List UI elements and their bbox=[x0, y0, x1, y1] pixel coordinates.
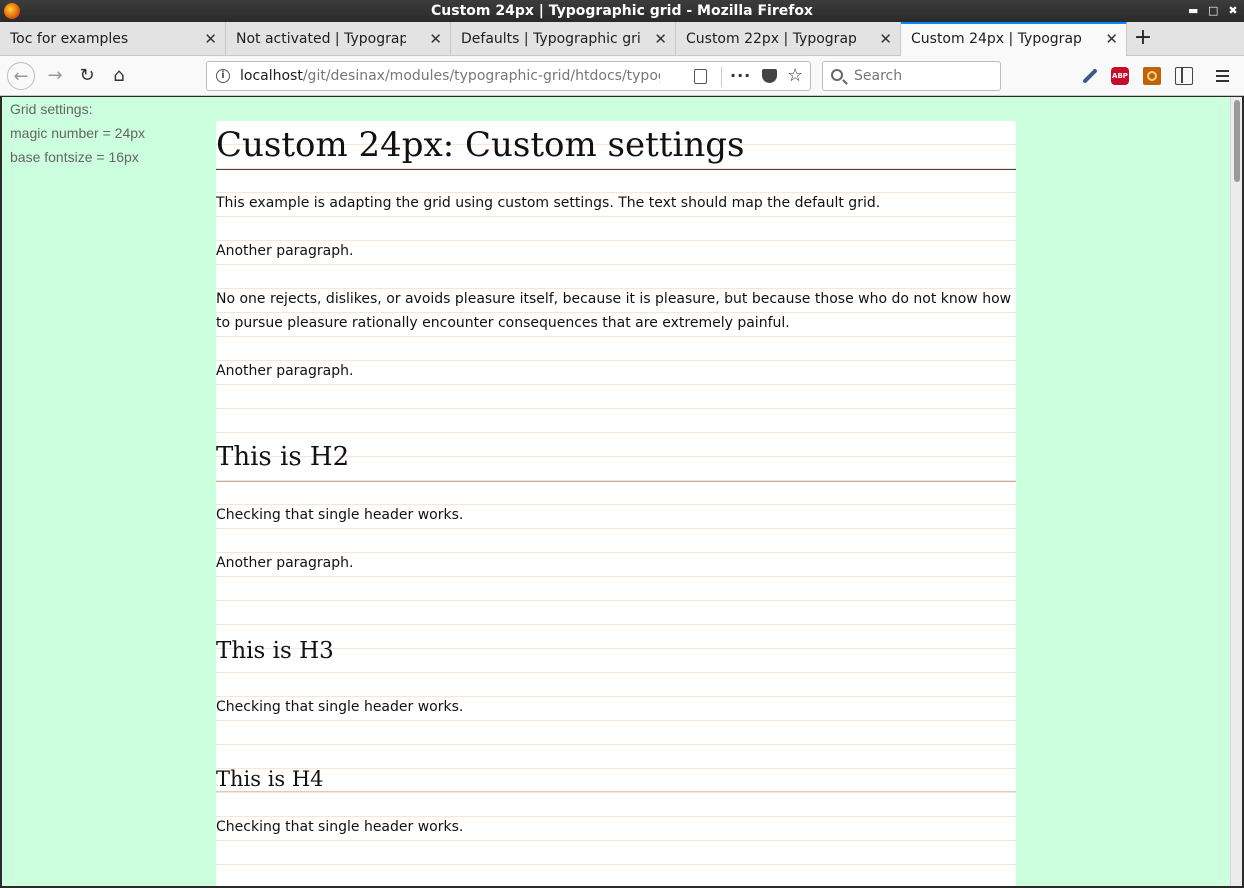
paragraph: Checking that single header works. bbox=[216, 699, 464, 715]
page-title: Custom 24px: Custom settings bbox=[216, 121, 1016, 170]
tab-label: Toc for examples bbox=[10, 31, 129, 47]
url-path: /git/desinax/modules/typographic-grid/ht… bbox=[302, 68, 660, 84]
reload-icon: ↻ bbox=[79, 65, 95, 86]
vertical-scrollbar[interactable] bbox=[1230, 97, 1242, 886]
tab-strip: Toc for examples ✕ Not activated | Typog… bbox=[0, 22, 1244, 56]
home-button[interactable]: ⌂ bbox=[105, 62, 133, 90]
grid-settings-panel: Grid settings: magic number = 24px base … bbox=[10, 97, 145, 169]
url-bar-separator bbox=[721, 67, 722, 87]
paragraph: Checking that single header works. bbox=[216, 819, 464, 835]
extension-icon[interactable] bbox=[1143, 67, 1161, 85]
heading-h4: This is H4 bbox=[216, 767, 1016, 792]
heading-h2: This is H2 bbox=[216, 433, 1016, 482]
search-input[interactable]: Search bbox=[822, 61, 1001, 91]
tab-toc-for-examples[interactable]: Toc for examples ✕ bbox=[0, 22, 226, 56]
pocket-icon[interactable] bbox=[762, 69, 777, 83]
tab-label: Custom 22px | Typographic grid bbox=[686, 31, 856, 47]
window-title: Custom 24px | Typographic grid - Mozilla… bbox=[431, 3, 813, 19]
eyedropper-icon[interactable] bbox=[1080, 67, 1098, 85]
close-tab-icon[interactable]: ✕ bbox=[1105, 24, 1118, 54]
url-text[interactable]: localhost/git/desinax/modules/typographi… bbox=[240, 62, 660, 90]
content-page: Custom 24px: Custom settings This exampl… bbox=[216, 121, 1016, 886]
reload-button[interactable]: ↻ bbox=[73, 62, 101, 90]
tab-not-activated[interactable]: Not activated | Typographic grid ✕ bbox=[226, 22, 451, 56]
paragraph: This example is adapting the grid using … bbox=[216, 195, 881, 211]
close-tab-icon[interactable]: ✕ bbox=[654, 22, 667, 56]
firefox-logo-icon bbox=[4, 3, 20, 19]
search-icon bbox=[831, 69, 843, 81]
home-icon: ⌂ bbox=[113, 65, 125, 86]
paragraph: Another paragraph. bbox=[216, 363, 354, 379]
close-tab-icon[interactable]: ✕ bbox=[204, 22, 217, 56]
paragraph: Another paragraph. bbox=[216, 555, 354, 571]
hamburger-menu-icon[interactable] bbox=[1214, 67, 1232, 85]
page-viewport: Grid settings: magic number = 24px base … bbox=[2, 97, 1230, 886]
forward-button[interactable]: → bbox=[41, 62, 69, 90]
close-tab-icon[interactable]: ✕ bbox=[429, 22, 442, 56]
back-button[interactable]: ← bbox=[7, 62, 35, 90]
back-icon: ← bbox=[13, 66, 29, 87]
url-bar[interactable]: i localhost/git/desinax/modules/typograp… bbox=[206, 61, 811, 91]
close-window-icon[interactable]: ✖ bbox=[1228, 0, 1238, 22]
url-host: localhost bbox=[240, 68, 303, 84]
tab-label: Not activated | Typographic grid bbox=[236, 31, 406, 47]
adblock-icon[interactable]: ABP bbox=[1111, 67, 1129, 85]
grid-settings-heading: Grid settings: bbox=[10, 101, 93, 117]
paragraph: Another paragraph. bbox=[216, 243, 354, 259]
plus-icon: + bbox=[1133, 25, 1153, 50]
window-titlebar: Custom 24px | Typographic grid - Mozilla… bbox=[0, 0, 1244, 22]
new-tab-button[interactable]: + bbox=[1130, 22, 1156, 56]
paragraph: No one rejects, dislikes, or avoids plea… bbox=[216, 291, 1012, 331]
paragraph: Checking that single header works. bbox=[216, 507, 464, 523]
base-fontsize-setting: base fontsize = 16px bbox=[10, 149, 139, 165]
window-controls: ▬ □ ✖ bbox=[1188, 0, 1238, 22]
minimize-icon[interactable]: ▬ bbox=[1188, 0, 1198, 22]
search-placeholder: Search bbox=[854, 68, 903, 84]
info-icon[interactable]: i bbox=[216, 69, 230, 83]
magic-number-setting: magic number = 24px bbox=[10, 125, 146, 141]
close-tab-icon[interactable]: ✕ bbox=[879, 22, 892, 56]
bookmark-star-icon[interactable]: ☆ bbox=[787, 62, 803, 90]
scrollbar-thumb[interactable] bbox=[1234, 100, 1240, 182]
tab-custom-24px[interactable]: Custom 24px | Typographic grid ✕ bbox=[901, 22, 1127, 56]
sidebar-icon[interactable] bbox=[1175, 67, 1193, 85]
tab-label: Custom 24px | Typographic grid bbox=[911, 31, 1081, 47]
reader-view-icon[interactable] bbox=[694, 69, 707, 84]
more-icon[interactable]: ··· bbox=[730, 62, 751, 90]
tab-defaults[interactable]: Defaults | Typographic grid ✕ bbox=[451, 22, 676, 56]
maximize-icon[interactable]: □ bbox=[1208, 0, 1218, 22]
heading-h3: This is H3 bbox=[216, 638, 334, 664]
forward-icon: → bbox=[47, 65, 63, 86]
tab-label: Defaults | Typographic grid bbox=[461, 31, 641, 47]
navigation-toolbar: ← → ↻ ⌂ i localhost/git/desinax/modules/… bbox=[0, 56, 1244, 96]
tab-custom-22px[interactable]: Custom 22px | Typographic grid ✕ bbox=[676, 22, 901, 56]
